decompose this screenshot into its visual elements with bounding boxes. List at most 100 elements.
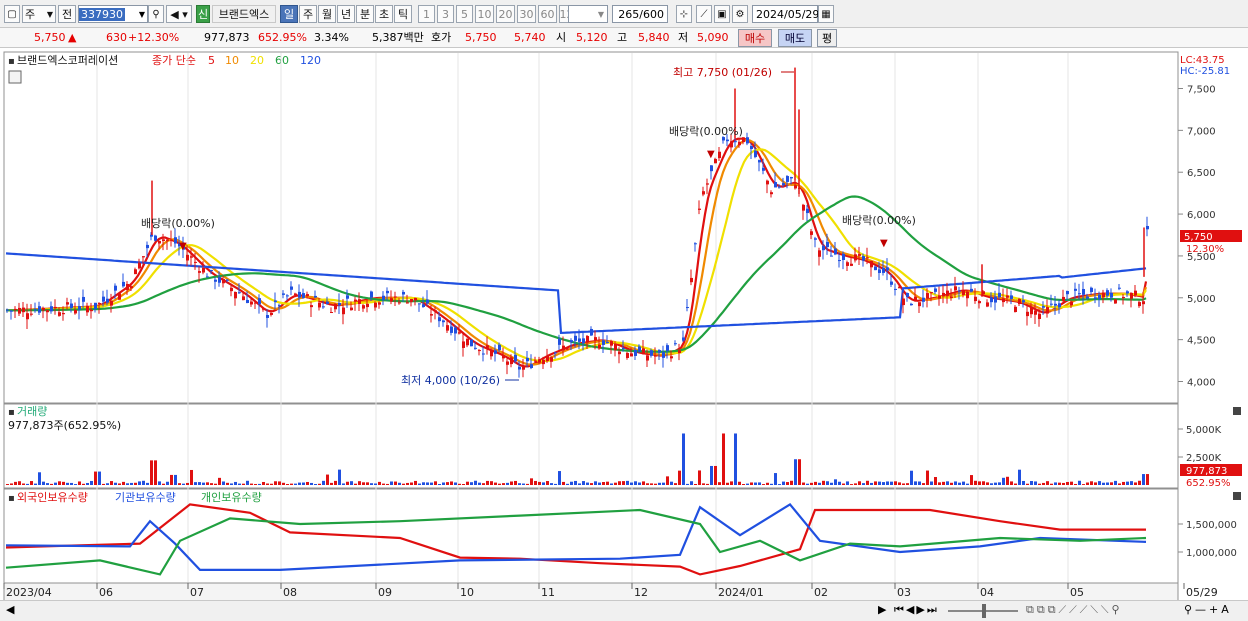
scroll-right-icon[interactable]: ▶ [878,603,886,616]
candle-body [522,366,525,370]
search-icon[interactable]: ⚲ [148,5,164,23]
candle-body [854,254,857,261]
chart-area[interactable]: ▪ 브랜드엑스코퍼레이션 종가 단순 5 10 20 60 120 LC:43.75 H… [0,49,1248,621]
period-button-2[interactable]: 월 [318,5,336,23]
x-tick-label: 08 [283,586,297,599]
x-tick-label: 12 [634,586,648,599]
period-button-4[interactable]: 분 [356,5,374,23]
volume-current-tag: 977,873 [1186,466,1227,477]
code-input[interactable]: 337930 ▼ [78,5,148,23]
interval-button-3[interactable]: 3 [437,5,454,23]
volume-bar [186,482,189,485]
chart-menu-icon[interactable]: ▢ [4,5,20,23]
volume-bar [538,481,541,485]
candle-body [566,348,569,350]
close-icon[interactable] [1233,407,1241,415]
candle-body [1102,292,1105,298]
volume-bar [910,470,913,485]
candle-body [742,137,745,143]
crosshair-icon[interactable]: ⊹ [676,5,692,23]
volume-bar [338,469,341,485]
volume-panel-frame [3,403,1179,489]
credit-badge: 신 [196,5,210,23]
interval-button-20[interactable]: 20 [496,5,515,23]
eval-button[interactable]: 평 [817,29,837,47]
period-button-5[interactable]: 초 [375,5,393,23]
interval-button-5[interactable]: 5 [456,5,473,23]
period-button-6[interactable]: 틱 [394,5,412,23]
volume-bar [462,484,465,485]
navigation-icons[interactable]: ⏮◀▶⏭ [894,603,939,617]
candle-body [274,300,277,303]
date-input[interactable]: 2024/05/29 [752,5,819,23]
volume-bar [862,483,865,485]
candle-body [562,345,565,351]
chart-tool-icons[interactable]: ⧉⧉⧉⟋⟋⟋⟍⟍⚲ [1026,603,1123,617]
volume-bar [854,483,857,485]
volume-bar [494,482,497,485]
prev-button[interactable]: 전 [58,5,76,23]
volume-bar [10,483,13,485]
candle-body [734,141,737,143]
volume-bar [746,483,749,485]
x-tick-label: 2023/04 [6,586,52,599]
interval-button-30[interactable]: 30 [517,5,536,23]
zoom-slider-thumb[interactable] [982,604,986,618]
turnover: 3.34% [314,31,349,44]
volume-bar [366,482,369,485]
market-select[interactable]: 주 ▼ [22,5,56,23]
volume-bar [806,483,809,485]
volume-bar [466,481,469,485]
interval-select[interactable]: ▼ [568,5,608,23]
volume-bar [514,480,517,485]
volume-bar [42,481,45,485]
holding-legend: 외국인보유수량 기관보유수량 개인보유수량 [17,491,262,504]
chart-canvas[interactable]: ▪ 브랜드엑스코퍼레이션 종가 단순 5 10 20 60 120 LC:43.75 H… [0,49,1248,602]
scroll-bar[interactable]: ◀ ▶ ⏮◀▶⏭ ⧉⧉⧉⟋⟋⟋⟍⟍⚲ ⚲—+A [0,600,1248,621]
scroll-left-icon[interactable]: ◀ [6,603,14,616]
draw-tool-icon[interactable]: ⟋ [696,5,712,23]
candle-body [978,301,981,304]
volume-bar [1070,481,1073,485]
count-input[interactable]: 265/600 [612,5,668,23]
volume-bar [634,481,637,485]
volume-bar [866,480,869,485]
volume-bar [898,482,901,485]
sell-button[interactable]: 매도 [778,29,812,47]
volume-bar [262,481,265,485]
candle-body [130,286,133,289]
volume-bar [442,482,445,485]
volume-bar [1062,482,1065,485]
interval-button-10[interactable]: 10 [475,5,494,23]
volume-bar [362,482,365,485]
interval-button-1[interactable]: 1 [418,5,435,23]
panel-menu-icon[interactable]: ▪ [8,56,15,67]
period-button-3[interactable]: 년 [337,5,355,23]
volume-bar [490,481,493,485]
panel-menu-icon[interactable]: ▪ [8,493,15,504]
buy-button[interactable]: 매수 [738,29,772,47]
candle-body [282,293,285,295]
up-arrow-icon: ▲ [68,31,77,44]
speaker-icon[interactable]: ◀ ▾ [166,5,192,23]
volume-bar [102,483,105,485]
candle-body [1062,296,1065,302]
candle-body [1038,313,1041,320]
interval-button-60[interactable]: 60 [538,5,557,23]
volume-bar [1094,482,1097,485]
calendar-icon[interactable]: ▦ [818,5,834,23]
bid-label: 호가 [431,31,452,44]
panel-menu-icon[interactable]: ▪ [8,407,15,418]
calculator-icon[interactable] [8,70,22,84]
candle-body [1090,287,1093,292]
volume-bar [738,481,741,485]
close-icon[interactable] [1233,492,1241,500]
save-icon[interactable]: ▣ [714,5,730,23]
volume-bar [498,483,501,485]
volume-bar [6,484,9,485]
period-button-0[interactable]: 일 [280,5,298,23]
period-button-1[interactable]: 주 [299,5,317,23]
volume-bar [446,482,449,485]
zoom-icons[interactable]: ⚲—+A [1184,603,1232,616]
gear-icon[interactable]: ⚙ [732,5,748,23]
